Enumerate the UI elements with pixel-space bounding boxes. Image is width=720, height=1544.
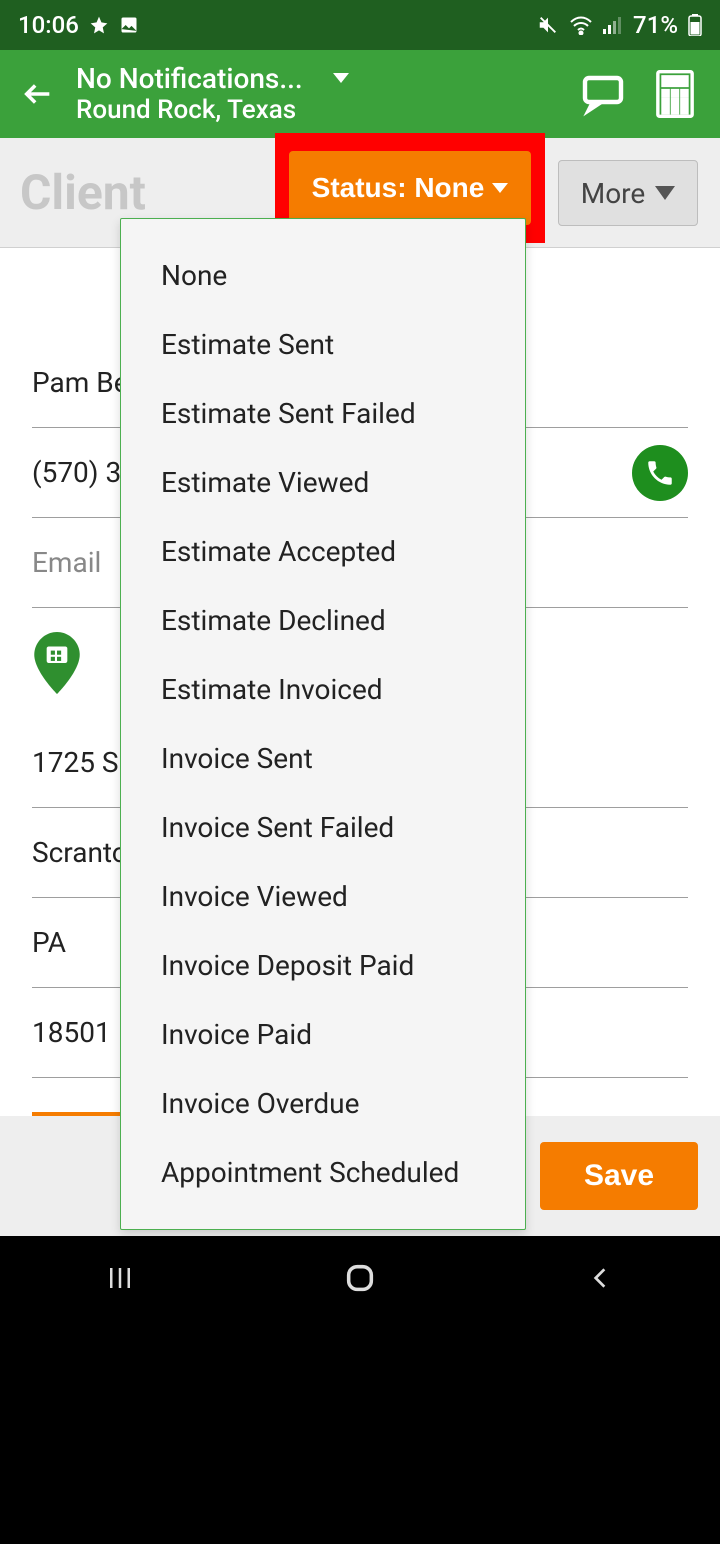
mute-icon [537, 14, 559, 36]
more-button-label: More [581, 177, 646, 210]
save-button-label: Save [584, 1159, 654, 1192]
status-option[interactable]: Invoice Sent Failed [121, 793, 525, 862]
home-button[interactable] [320, 1253, 400, 1303]
chevron-down-icon [492, 183, 508, 193]
appbar-title-line2: Round Rock, Texas [76, 95, 558, 126]
status-option[interactable]: Estimate Accepted [121, 517, 525, 586]
battery-percent: 71% [633, 11, 678, 39]
status-dropdown-menu: None Estimate Sent Estimate Sent Failed … [120, 218, 526, 1230]
status-option[interactable]: Estimate Viewed [121, 448, 525, 517]
status-option[interactable]: Estimate Invoiced [121, 655, 525, 724]
recents-button[interactable] [80, 1253, 160, 1303]
map-pin-icon [32, 632, 82, 694]
calculator-button[interactable] [648, 67, 702, 121]
status-option[interactable]: Estimate Sent Failed [121, 379, 525, 448]
status-dropdown-button[interactable]: Status: None [289, 151, 531, 225]
status-bar: 10:06 71% [0, 0, 720, 50]
status-option[interactable]: Estimate Declined [121, 586, 525, 655]
battery-icon [688, 14, 702, 36]
dial-phone1-button[interactable] [632, 445, 688, 501]
back-button[interactable] [18, 74, 58, 114]
status-option[interactable]: Invoice Overdue [121, 1069, 525, 1138]
appbar-title-line1: No Notifications... [76, 62, 303, 96]
status-button-label: Status: None [312, 172, 485, 204]
status-option[interactable]: Invoice Paid [121, 1000, 525, 1069]
more-button[interactable]: More [558, 160, 698, 226]
status-option[interactable]: None [121, 241, 525, 310]
status-option[interactable]: Appointment Scheduled [121, 1138, 525, 1207]
app-bar: No Notifications... Round Rock, Texas [0, 50, 720, 138]
image-icon [119, 15, 139, 35]
status-option[interactable]: Invoice Deposit Paid [121, 931, 525, 1000]
chat-button[interactable] [576, 67, 630, 121]
save-button[interactable]: Save [540, 1142, 698, 1210]
appbar-title-dropdown[interactable]: No Notifications... Round Rock, Texas [76, 62, 558, 127]
chevron-down-icon [655, 186, 675, 200]
status-time: 10:06 [18, 11, 79, 39]
chevron-down-icon [333, 73, 349, 83]
status-option[interactable]: Invoice Viewed [121, 862, 525, 931]
status-option[interactable]: Estimate Sent [121, 310, 525, 379]
android-nav-bar [0, 1236, 720, 1320]
android-back-button[interactable] [560, 1253, 640, 1303]
wifi-icon [569, 15, 593, 35]
status-option[interactable]: Invoice Sent [121, 724, 525, 793]
signal-icon [603, 16, 623, 34]
star-icon [89, 15, 109, 35]
